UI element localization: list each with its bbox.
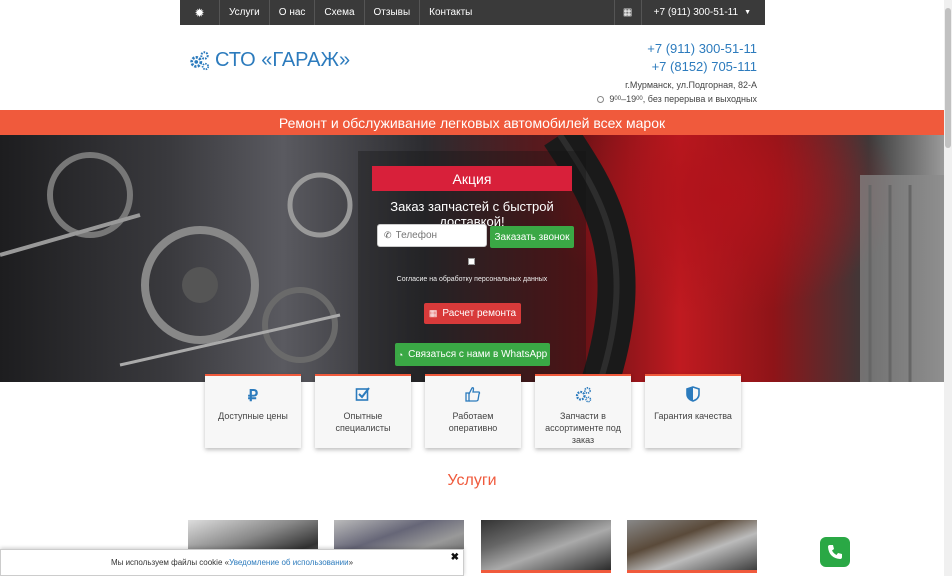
consent-checkbox[interactable]	[468, 258, 475, 265]
nav-item-reviews[interactable]: Отзывы	[365, 0, 421, 25]
nav-item-contacts[interactable]: Контакты	[420, 0, 481, 25]
headline-band: Ремонт и обслуживание легковых автомобил…	[0, 110, 944, 135]
page-scrollbar[interactable]	[944, 0, 952, 576]
calculator-icon: ▦	[428, 308, 438, 318]
nav-item-scheme[interactable]: Схема	[315, 0, 365, 25]
close-icon[interactable]: ✖	[451, 552, 459, 563]
thumbs-up-icon	[425, 386, 521, 404]
feature-label: Гарантия качества	[654, 411, 732, 421]
header-phone-2[interactable]: +7 (8152) 705-111	[597, 58, 757, 76]
cookie-link[interactable]: Уведомление об использовании	[229, 558, 349, 567]
consent-label: Согласие на обработку персональных данны…	[396, 276, 548, 283]
floating-call-button[interactable]	[820, 537, 850, 567]
feature-card-specialists: Опытные специалисты	[315, 374, 411, 448]
nav-item-services[interactable]: Услуги	[220, 0, 270, 25]
thumbnail-accent-bar	[481, 570, 611, 573]
cogs-icon	[535, 386, 631, 404]
header-address: г.Мурманск, ул.Подгорная, 82-А	[625, 80, 757, 90]
thumbnail-accent-bar	[627, 570, 757, 573]
site-logo[interactable]: СТО «ГАРАЖ»	[188, 49, 350, 72]
whatsapp-button[interactable]: ◔ Связаться с нами в WhatsApp	[395, 343, 550, 366]
repair-estimate-label: Расчет ремонта	[442, 308, 517, 319]
services-heading: Услуги	[447, 472, 497, 489]
hours-from-minutes: 00	[614, 96, 622, 102]
cookie-notice: Мы используем файлы cookie «Уведомление …	[0, 549, 464, 576]
service-thumbnail[interactable]	[627, 520, 757, 573]
feature-card-parts: Запчасти в ассортименте под заказ	[535, 374, 631, 448]
caret-down-icon: ▼	[744, 9, 751, 16]
header-phone-1[interactable]: +7 (911) 300-51-11	[597, 40, 757, 58]
hours-to-minutes: 00	[636, 96, 643, 102]
hours-note: , без перерыва и выходных	[642, 94, 757, 104]
cookie-suffix: »	[348, 558, 354, 567]
settings-gear-icon[interactable]: ✹	[180, 0, 220, 25]
promo-badge: Акция	[372, 166, 572, 191]
check-square-icon	[315, 386, 411, 404]
header-hours: 9 00–19 00, без перерыва и выходных	[597, 93, 757, 105]
calculator-icon[interactable]: ▦	[613, 0, 642, 25]
scrollbar-thumb[interactable]	[945, 8, 951, 148]
ruble-icon: ₽	[247, 388, 259, 405]
cookie-text: Мы используем файлы cookie «	[110, 558, 230, 567]
phone-icon	[828, 545, 842, 559]
feature-label: Опытные специалисты	[335, 411, 391, 433]
phone-dropdown-label: +7 (911) 300-51-11	[653, 7, 739, 18]
cogs-icon	[190, 50, 210, 70]
page: ✹ Услуги О нас Схема Отзывы Контакты ▦ +…	[0, 0, 952, 576]
logo-text: СТО «ГАРАЖ»	[215, 49, 351, 71]
nav-item-about[interactable]: О нас	[270, 0, 316, 25]
repair-estimate-button[interactable]: ▦ Расчет ремонта	[424, 303, 521, 324]
headline-text: Ремонт и обслуживание легковых автомобил…	[278, 114, 666, 131]
feature-label: Работаем оперативно	[448, 411, 498, 433]
feature-label: Доступные цены	[218, 411, 288, 421]
service-thumbnail[interactable]	[481, 520, 611, 573]
phone-field[interactable]: ✆	[377, 224, 487, 247]
whatsapp-label: Связаться с нами в WhatsApp	[408, 349, 548, 360]
clock-icon	[597, 95, 605, 103]
phone-icon: ✆	[384, 230, 392, 240]
feature-label: Запчасти в ассортименте под заказ	[545, 411, 621, 445]
feature-card-prices: ₽ Доступные цены	[205, 374, 301, 448]
shield-icon	[645, 386, 741, 404]
hours-to: 19	[626, 94, 637, 104]
whatsapp-icon: ◔	[397, 349, 404, 360]
top-navbar: ✹ Услуги О нас Схема Отзывы Контакты ▦ +…	[180, 0, 765, 25]
callback-button[interactable]: Заказать звонок	[490, 226, 574, 248]
feature-card-warranty: Гарантия качества	[645, 374, 741, 448]
phone-dropdown[interactable]: +7 (911) 300-51-11 ▼	[642, 0, 765, 25]
phone-input[interactable]	[395, 230, 480, 241]
header-contacts: +7 (911) 300-51-11 +7 (8152) 705-111 г.М…	[597, 40, 757, 105]
feature-card-fast: Работаем оперативно	[425, 374, 521, 448]
